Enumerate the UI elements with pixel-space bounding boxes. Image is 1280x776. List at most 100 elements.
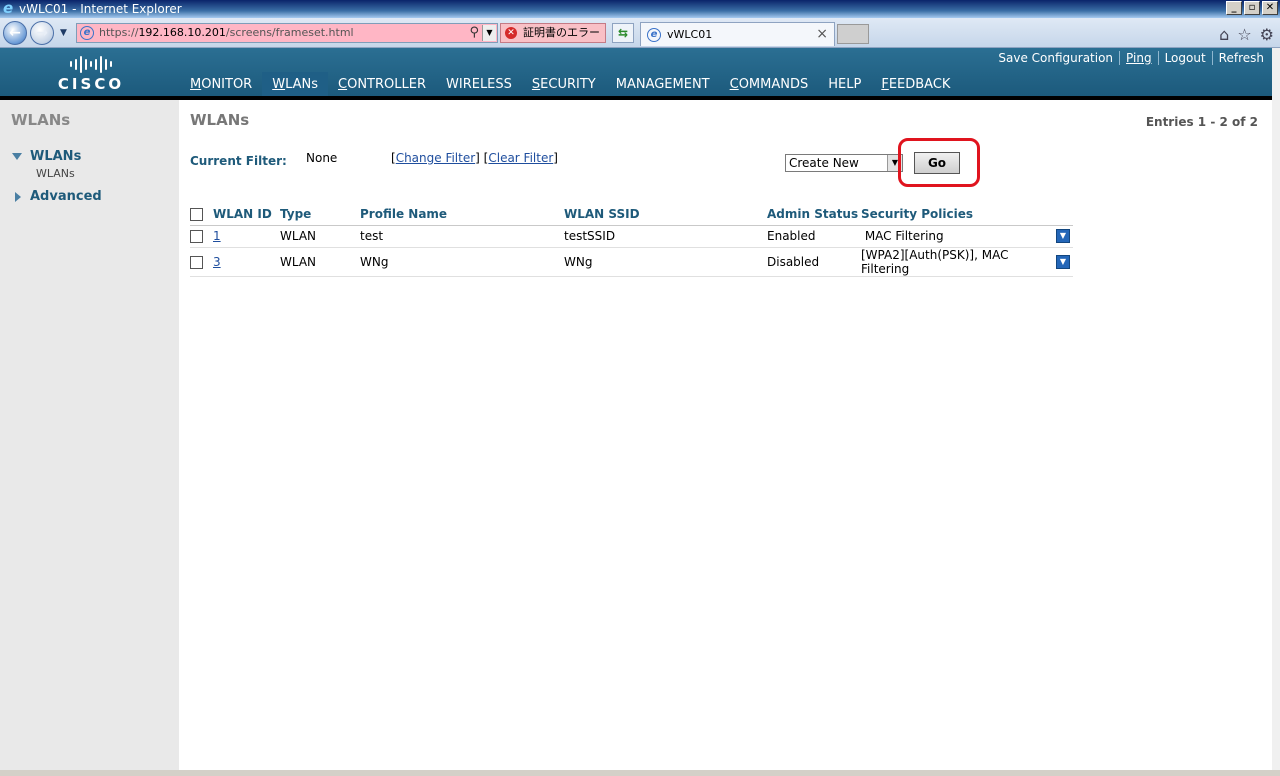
nav-commands[interactable]: COMMANDS [720,72,819,100]
filter-links: [Change Filter] [Clear Filter] [391,151,558,165]
main-content: WLANs Entries 1 - 2 of 2 Current Filter:… [180,100,1272,770]
window-titlebar: e vWLC01 - Internet Explorer _ ▫ ✕ [0,0,1280,18]
tab-close-icon[interactable]: × [816,23,828,45]
new-tab-button[interactable] [837,24,869,44]
window-controls: _ ▫ ✕ [1226,1,1278,15]
tab-page-icon: e [647,28,661,42]
tab-label: vWLC01 [667,28,713,41]
wlan-id-link[interactable]: 3 [213,255,221,269]
filter-value: None [306,151,338,165]
ssid-cell: WNg [564,247,767,277]
row-checkbox[interactable] [190,230,203,243]
main-nav: MONITOR WLANs CONTROLLER WIRELESS SECURI… [180,72,960,100]
column-header[interactable]: WLAN SSID [564,204,767,226]
status-cell: Enabled [767,225,861,248]
gear-icon[interactable]: ⚙ [1260,25,1274,44]
collapsed-triangle-icon[interactable] [15,192,21,202]
row-checkbox[interactable] [190,255,203,269]
forward-arrow-icon[interactable]: → [30,21,54,45]
sidebar-group-advanced[interactable]: Advanced [30,189,102,204]
table-header-row: WLAN ID Type Profile Name WLAN SSID Admi… [190,204,1073,226]
select-all-cell [190,204,213,226]
shield-error-icon: ✕ [505,27,517,39]
column-header[interactable]: Profile Name [360,204,564,226]
sidebar-item-wlans[interactable]: WLANs [36,167,75,180]
security-cell: MAC Filtering [861,225,1056,248]
ping-link[interactable]: Ping [1119,51,1158,65]
row-checkbox-cell [190,225,213,248]
column-header-spacer [1056,204,1073,226]
row-action-cell: ▼ [1056,225,1073,248]
column-header[interactable]: WLAN ID [213,204,280,226]
nav-monitor[interactable]: MONITOR [180,72,262,100]
sidebar-title: WLANs [11,111,71,129]
browser-navbar: ← → ▼ e https://192.168.10.201/screens/f… [0,18,1280,48]
browser-tab[interactable]: e vWLC01 × [640,22,835,46]
history-dropdown-icon[interactable]: ▼ [60,28,67,38]
action-select[interactable]: Create New ▼ [785,154,903,172]
select-all-checkbox[interactable] [190,208,203,222]
status-strip [0,770,1280,776]
clear-filter-link[interactable]: Clear Filter [488,151,553,165]
change-filter-link[interactable]: Change Filter [396,151,475,165]
refresh-link[interactable]: Refresh [1211,51,1270,65]
column-header[interactable]: Security Policies [861,204,1056,226]
close-button[interactable]: ✕ [1262,1,1278,15]
filter-label: Current Filter: [190,154,287,168]
minimize-button[interactable]: _ [1226,1,1242,15]
nav-feedback[interactable]: FEEDBACK [871,72,960,100]
row-action-cell: ▼ [1056,247,1073,277]
page-icon: e [80,26,94,40]
security-cell: [WPA2][Auth(PSK)], MAC Filtering [861,247,1056,277]
type-cell: WLAN [280,225,360,248]
action-select-value: Create New [789,156,859,170]
favorites-star-icon[interactable]: ☆ [1237,25,1251,44]
nav-wlans[interactable]: WLANs [262,72,329,100]
compatibility-view-icon[interactable]: ⇆ [612,23,634,43]
sidebar: WLANs WLANs WLANs Advanced [0,100,179,770]
type-cell: WLAN [280,247,360,277]
nav-controller[interactable]: CONTROLLER [328,72,436,100]
logout-link[interactable]: Logout [1157,51,1212,65]
wlans-table: WLAN ID Type Profile Name WLAN SSID Admi… [190,204,1073,277]
entries-count: Entries 1 - 2 of 2 [1145,115,1258,129]
home-icon[interactable]: ⌂ [1219,25,1229,44]
ie-logo-icon: e [3,0,14,17]
column-header[interactable]: Admin Status [767,204,861,226]
back-arrow-icon[interactable]: ← [3,21,27,45]
browser-tools: ⌂ ☆ ⚙ [1219,25,1274,44]
sidebar-group-wlans[interactable]: WLANs [30,149,81,164]
nav-security[interactable]: SECURITY [522,72,606,100]
nav-management[interactable]: MANAGEMENT [606,72,720,100]
nav-help[interactable]: HELP [818,72,871,100]
profile-cell: WNg [360,247,564,277]
cisco-logo-bars-icon [56,54,126,74]
row-dropdown-icon[interactable]: ▼ [1056,229,1070,244]
cisco-logo: CISCO [56,54,126,94]
nav-wireless[interactable]: WIRELESS [436,72,522,100]
top-links: Save Configuration Ping Logout Refresh [992,51,1270,65]
restore-button[interactable]: ▫ [1244,1,1260,15]
status-cell: Disabled [767,247,861,277]
cisco-header: CISCO Save Configuration Ping Logout Ref… [0,48,1272,100]
page-scroll-track[interactable] [1272,48,1280,770]
page-title: WLANs [190,111,250,129]
ssid-cell: testSSID [564,225,767,248]
wlan-id-cell: 1 [213,225,280,248]
column-header[interactable]: Type [280,204,360,226]
address-url[interactable]: https://192.168.10.201/screens/frameset.… [99,26,354,39]
table-row: 3 WLAN WNg WNg Disabled [WPA2][Auth(PSK)… [190,247,1073,277]
cisco-logo-text: CISCO [57,75,125,93]
save-configuration-link[interactable]: Save Configuration [992,51,1119,65]
highlight-ring [898,138,980,187]
row-dropdown-icon[interactable]: ▼ [1056,254,1070,269]
wlan-id-link[interactable]: 1 [213,229,221,243]
window-title: vWLC01 - Internet Explorer [19,2,182,16]
search-icon[interactable]: ⚲ [469,25,479,40]
profile-cell: test [360,225,564,248]
expanded-triangle-icon[interactable] [12,153,22,160]
wlan-id-cell: 3 [213,247,280,277]
address-bar[interactable]: e https://192.168.10.201/screens/framese… [76,23,498,43]
address-dropdown-icon[interactable]: ▼ [482,25,496,41]
certificate-error-button[interactable]: ✕ 証明書のエラー [500,23,606,43]
